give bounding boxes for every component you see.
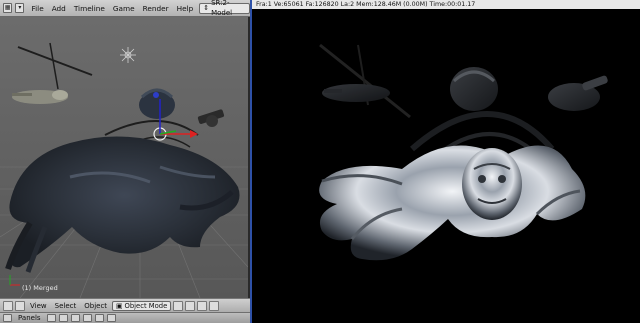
window-type-icon[interactable]: ▦ bbox=[3, 3, 13, 13]
menu-object[interactable]: Object bbox=[81, 302, 110, 310]
menu-add[interactable]: Add bbox=[48, 4, 70, 13]
axis-widget bbox=[9, 275, 20, 286]
editing-context-icon[interactable] bbox=[94, 314, 104, 322]
menu-select[interactable]: Select bbox=[52, 302, 80, 310]
scene-name: SR:2-Model bbox=[211, 0, 233, 17]
panels-label[interactable]: Panels bbox=[15, 314, 44, 322]
3d-view-header: View Select Object ▣ Object Mode bbox=[0, 298, 250, 312]
scene-context-icon[interactable] bbox=[106, 314, 116, 322]
lamp-object[interactable] bbox=[120, 47, 136, 63]
main-menubar: ▦ ▾ File Add Timeline Game Render Help ⇕… bbox=[0, 0, 250, 17]
rendered-monster bbox=[319, 145, 586, 261]
mode-selector[interactable]: ▣ Object Mode bbox=[112, 300, 172, 311]
3d-view-editor: ▦ ▾ File Add Timeline Game Render Help ⇕… bbox=[0, 0, 250, 323]
robot-head-object[interactable] bbox=[139, 88, 175, 119]
render-output bbox=[319, 43, 608, 261]
rendered-robot-head bbox=[450, 67, 498, 111]
logic-context-icon[interactable] bbox=[46, 314, 56, 322]
panels-type-icon[interactable] bbox=[3, 314, 12, 322]
active-object-label: (1) Merged bbox=[22, 284, 58, 292]
mode-value: Object Mode bbox=[124, 301, 168, 310]
draw-type-icon[interactable] bbox=[173, 300, 184, 311]
menu-render[interactable]: Render bbox=[139, 4, 173, 13]
object-mode-icon: ▣ bbox=[116, 301, 123, 310]
scene-browse-icon: ⇕ bbox=[203, 4, 210, 12]
render-status-bar: Fra:1 Ve:65061 Fa:126820 La:2 Mem:128.46… bbox=[252, 0, 640, 9]
object-context-icon[interactable] bbox=[82, 314, 92, 322]
rendered-gun bbox=[548, 75, 608, 111]
header-collapse-icon[interactable] bbox=[15, 300, 25, 311]
pivot-icon[interactable] bbox=[185, 300, 196, 311]
menu-file[interactable]: File bbox=[27, 4, 47, 13]
rendered-helicopter bbox=[319, 43, 411, 119]
menu-game[interactable]: Game bbox=[109, 4, 139, 13]
menu-help[interactable]: Help bbox=[173, 4, 198, 13]
layer-button-icon[interactable] bbox=[209, 300, 220, 311]
menu-view[interactable]: View bbox=[27, 302, 50, 310]
editor-type-icon[interactable] bbox=[3, 300, 13, 311]
render-window: Fra:1 Ve:65061 Fa:126820 La:2 Mem:128.46… bbox=[250, 0, 640, 323]
buttons-window-header: Panels bbox=[0, 312, 250, 323]
collapse-menu-icon[interactable]: ▾ bbox=[15, 3, 25, 13]
shading-context-icon[interactable] bbox=[70, 314, 80, 322]
monster-mesh[interactable] bbox=[5, 136, 240, 273]
transform-manipulator[interactable] bbox=[153, 99, 198, 141]
menu-timeline[interactable]: Timeline bbox=[70, 4, 109, 13]
manipulator-icon[interactable] bbox=[197, 300, 208, 311]
helicopter-object[interactable] bbox=[12, 42, 93, 104]
gun-object[interactable] bbox=[197, 109, 225, 127]
3d-viewport[interactable]: (1) Merged bbox=[0, 17, 250, 298]
script-context-icon[interactable] bbox=[58, 314, 68, 322]
scene-selector[interactable]: ⇕ SR:2-Model bbox=[199, 0, 250, 17]
viewport-scene bbox=[0, 42, 248, 298]
